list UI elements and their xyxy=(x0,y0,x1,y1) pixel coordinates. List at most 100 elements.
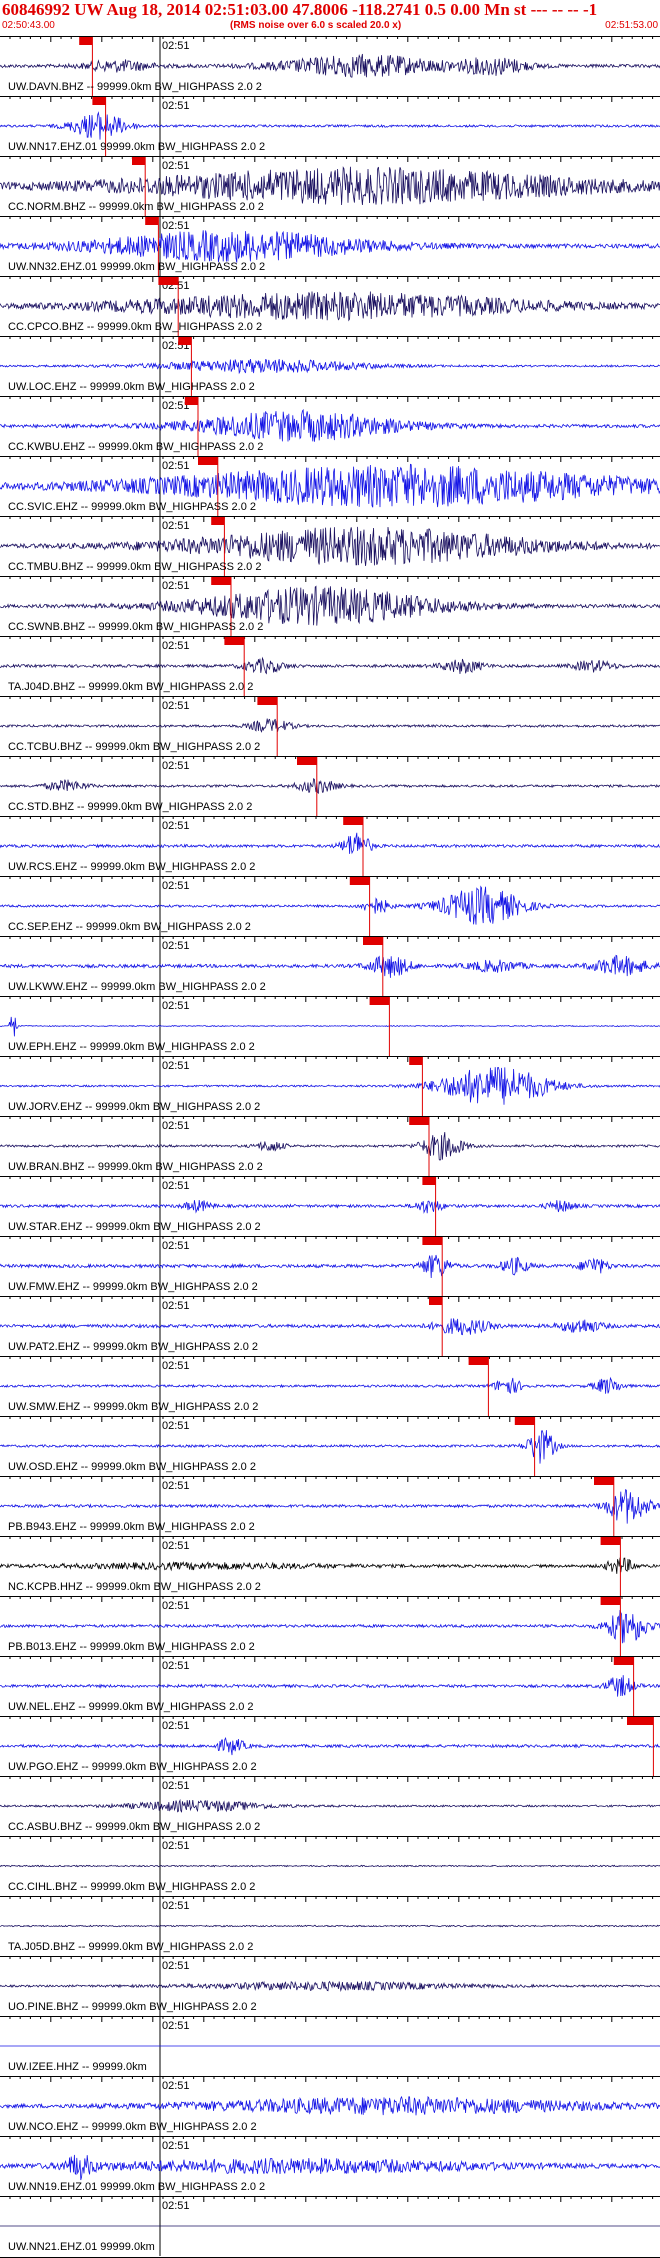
event-title: 60846992 UW Aug 18, 2014 02:51:03.00 47.… xyxy=(2,0,598,19)
station-label: UW.NN19.EHZ.01 99999.0km BW_HIGHPASS 2.0… xyxy=(8,2181,265,2193)
waveform xyxy=(0,1557,660,1574)
waveform xyxy=(0,885,660,925)
minute-label: 02:51 xyxy=(162,1780,190,1792)
trace-row: 02:51 CC.STD.BHZ -- 99999.0km BW_HIGHPASS… xyxy=(0,756,660,816)
pick-flag xyxy=(363,937,383,945)
trace-row: 02:51 TA.J05D.BHZ -- 99999.0km BW_HIGHPAS… xyxy=(0,1896,660,1956)
trace-row: 02:51 PB.B943.EHZ -- 99999.0km BW_HIGHPAS… xyxy=(0,1476,660,1536)
minute-label: 02:51 xyxy=(162,460,190,472)
minute-label: 02:51 xyxy=(162,520,190,532)
pick-flag xyxy=(257,697,278,705)
minute-label: 02:51 xyxy=(162,100,190,112)
waveform xyxy=(0,291,660,322)
waveform xyxy=(0,1864,660,1868)
minute-label: 02:51 xyxy=(162,160,190,172)
station-label: UW.LOC.EHZ -- 99999.0km BW_HIGHPASS 2.0 … xyxy=(8,381,255,393)
pick-flag xyxy=(211,577,231,585)
pick-flag xyxy=(92,97,106,105)
minute-label: 02:51 xyxy=(162,580,190,592)
start-time: 02:50:43.00 xyxy=(2,20,55,31)
trace-row: 02:51 UW.STAR.EHZ -- 99999.0km BW_HIGHPAS… xyxy=(0,1176,660,1236)
trace-row: 02:51 UW.NN19.EHZ.01 99999.0km BW_HIGHPAS… xyxy=(0,2136,660,2196)
waveform xyxy=(0,1430,660,1464)
trace-row: 02:51 UW.DAVN.BHZ -- 99999.0km BW_HIGHPAS… xyxy=(0,36,660,96)
minute-label: 02:51 xyxy=(162,1480,190,1492)
trace-row: 02:51 CC.CIHL.BHZ -- 99999.0km BW_HIGHPAS… xyxy=(0,1836,660,1896)
station-label: UW.NN32.EHZ.01 99999.0km BW_HIGHPASS 2.0… xyxy=(8,261,265,273)
waveform xyxy=(0,1798,660,1813)
minute-label: 02:51 xyxy=(162,1900,190,1912)
waveform xyxy=(0,832,660,855)
trace-row: 02:51 CC.TMBU.BHZ -- 99999.0km BW_HIGHPAS… xyxy=(0,516,660,576)
minute-label: 02:51 xyxy=(162,220,190,232)
waveform xyxy=(0,230,660,263)
pick-flag xyxy=(409,1117,429,1125)
minute-label: 02:51 xyxy=(162,940,190,952)
minute-label: 02:51 xyxy=(162,1000,190,1012)
pick-flag xyxy=(184,397,198,405)
rms-note: (RMS noise over 6.0 s scaled 20.0 x) xyxy=(230,20,402,31)
station-label: UO.PINE.BHZ -- 99999.0km BW_HIGHPASS 2.0… xyxy=(8,2001,257,2013)
pick-flag xyxy=(422,1237,443,1245)
trace-row: 02:51 UW.SMW.EHZ -- 99999.0km BW_HIGHPASS… xyxy=(0,1356,660,1416)
trace-row: 02:51 NC.KCPB.HHZ -- 99999.0km BW_HIGHPAS… xyxy=(0,1536,660,1596)
station-label: TA.J05D.BHZ -- 99999.0km BW_HIGHPASS 2.0… xyxy=(8,1941,253,1953)
minute-label: 02:51 xyxy=(162,700,190,712)
waveform xyxy=(0,656,660,675)
pick-flag xyxy=(349,877,370,885)
pick-flag xyxy=(79,37,93,45)
pick-flag xyxy=(600,1537,621,1545)
waveform xyxy=(0,1254,660,1279)
pick-flag xyxy=(132,157,146,165)
minute-label: 02:51 xyxy=(162,820,190,832)
station-label: UW.OSD.EHZ -- 99999.0km BW_HIGHPASS 2.0 … xyxy=(8,1461,256,1473)
pick-flag xyxy=(627,1717,654,1725)
station-label: NC.KCPB.HHZ -- 99999.0km BW_HIGHPASS 2.0… xyxy=(8,1581,261,1593)
station-label: UW.NEL.EHZ -- 99999.0km BW_HIGHPASS 2.0 … xyxy=(8,1701,254,1713)
station-label: CC.SWNB.BHZ -- 99999.0km BW_HIGHPASS 2.0… xyxy=(8,621,263,633)
waveform xyxy=(0,1199,660,1214)
pick-flag xyxy=(158,277,179,285)
waveform xyxy=(0,111,660,140)
trace-row: 02:51 CC.SEP.EHZ -- 99999.0km BW_HIGHPASS… xyxy=(0,876,660,936)
station-label: UW.BRAN.BHZ -- 99999.0km BW_HIGHPASS 2.0… xyxy=(8,1161,263,1173)
waveform xyxy=(0,166,660,206)
waveform xyxy=(0,359,660,375)
trace-row: 02:51 UW.NN17.EHZ.01 99999.0km BW_HIGHPAS… xyxy=(0,96,660,156)
trace-row: 02:51 CC.SWNB.BHZ -- 99999.0km BW_HIGHPAS… xyxy=(0,576,660,636)
minute-label: 02:51 xyxy=(162,1420,190,1432)
trace-row: 02:51 UW.FMW.EHZ -- 99999.0km BW_HIGHPASS… xyxy=(0,1236,660,1296)
station-label: UW.JORV.EHZ -- 99999.0km BW_HIGHPASS 2.0… xyxy=(8,1101,260,1113)
pick-flag xyxy=(297,757,317,765)
waveform xyxy=(0,1067,660,1105)
minute-label: 02:51 xyxy=(162,1120,190,1132)
pick-flag xyxy=(224,637,245,645)
waveform xyxy=(0,1736,660,1756)
station-label: UW.IZEE.HHZ -- 99999.0km xyxy=(8,2061,147,2073)
waveform xyxy=(0,2095,660,2116)
waveform xyxy=(0,1132,660,1161)
trace-row: 02:51 UW.JORV.EHZ -- 99999.0km BW_HIGHPAS… xyxy=(0,1056,660,1116)
trace-row: 02:51 PB.B013.EHZ -- 99999.0km BW_HIGHPAS… xyxy=(0,1596,660,1656)
station-label: UW.LKWW.EHZ -- 99999.0km BW_HIGHPASS 2.0… xyxy=(8,981,266,993)
pick-flag xyxy=(422,1177,436,1185)
plot-header: 60846992 UW Aug 18, 2014 02:51:03.00 47.… xyxy=(0,0,660,36)
minute-label: 02:51 xyxy=(162,1720,190,1732)
minute-label: 02:51 xyxy=(162,1360,190,1372)
station-label: CC.ASBU.BHZ -- 99999.0km BW_HIGHPASS 2.0… xyxy=(8,1821,260,1833)
station-label: CC.CIHL.BHZ -- 99999.0km BW_HIGHPASS 2.0… xyxy=(8,1881,255,1893)
station-label: UW.RCS.EHZ -- 99999.0km BW_HIGHPASS 2.0 … xyxy=(8,861,255,873)
station-label: UW.SMW.EHZ -- 99999.0km BW_HIGHPASS 2.0 … xyxy=(8,1401,258,1413)
waveform xyxy=(0,53,660,78)
trace-row: 02:51 UW.NN32.EHZ.01 99999.0km BW_HIGHPAS… xyxy=(0,216,660,276)
trace-row: 02:51UW.LOC.EHZ -- 99999.0km BW_HIGHPASS… xyxy=(0,336,660,396)
seismogram-panel: 02:51 UW.DAVN.BHZ -- 99999.0km BW_HIGHPAS… xyxy=(0,36,660,2258)
pick-flag xyxy=(613,1657,634,1665)
waveform xyxy=(0,1016,660,1037)
station-label: UW.PAT2.EHZ -- 99999.0km BW_HIGHPASS 2.0… xyxy=(8,1341,258,1353)
minute-label: 02:51 xyxy=(162,1240,190,1252)
minute-label: 02:51 xyxy=(162,880,190,892)
station-label: CC.KWBU.EHZ -- 99999.0km BW_HIGHPASS 2.0… xyxy=(8,441,263,453)
station-label: UW.NN17.EHZ.01 99999.0km BW_HIGHPASS 2.0… xyxy=(8,141,265,153)
pick-flag xyxy=(343,817,363,825)
